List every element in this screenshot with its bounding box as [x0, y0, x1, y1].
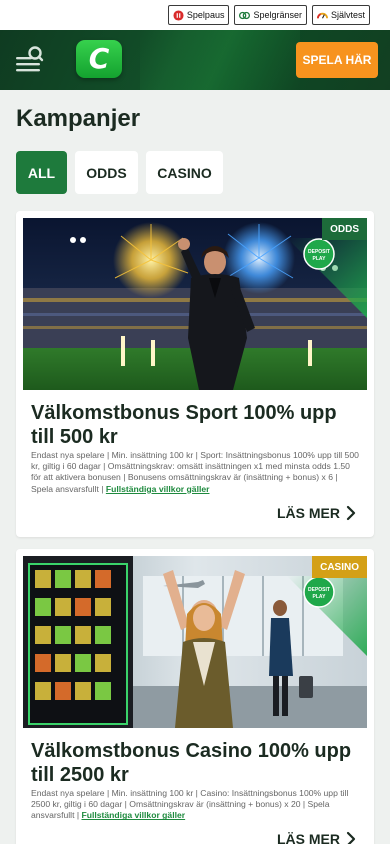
pause-icon	[173, 9, 184, 21]
spelgranser-button[interactable]: Spelgränser	[234, 5, 307, 25]
sjalvtest-label: Självtest	[330, 10, 365, 20]
svg-text:PLAY: PLAY	[313, 594, 327, 600]
category-filters: ALL ODDS CASINO	[16, 151, 223, 194]
chevron-right-icon	[346, 505, 356, 521]
menu-button[interactable]	[14, 44, 46, 76]
filter-odds[interactable]: ODDS	[75, 151, 138, 194]
deposit-play-stamp: DEPOSIT	[308, 249, 330, 255]
category-badge-casino: CASINO	[312, 556, 367, 578]
read-more-button-sport[interactable]: LÄS MER	[277, 505, 356, 521]
page-title: Kampanjer	[16, 105, 141, 132]
full-terms-link[interactable]: Fullständiga villkor gäller	[106, 484, 210, 494]
logo-letter: C	[88, 42, 110, 75]
read-more-label: LÄS MER	[277, 505, 340, 521]
full-terms-link[interactable]: Fullständiga villkor gäller	[81, 810, 185, 820]
chevron-right-icon	[346, 831, 356, 844]
spelpaus-button[interactable]: Spelpaus	[167, 5, 230, 25]
spelpaus-label: Spelpaus	[186, 10, 225, 20]
svg-text:PLAY: PLAY	[313, 256, 327, 262]
read-more-label: LÄS MER	[277, 831, 340, 844]
brand-logo[interactable]: C	[76, 40, 122, 78]
promotion-image-casino: DEPOSIT PLAY CASINO	[23, 556, 367, 728]
menu-search-icon	[16, 46, 44, 72]
promotion-terms-sport: Endast nya spelare | Min. insättning 100…	[31, 450, 361, 495]
deposit-play-stamp: DEPOSIT	[308, 587, 330, 593]
category-badge-odds: ODDS	[322, 218, 367, 240]
promotion-card-casino[interactable]: DEPOSIT PLAY CASINO Välkomstbonus Casino…	[16, 549, 374, 844]
promotion-title-casino: Välkomstbonus Casino 100% upp till 2500 …	[31, 740, 352, 786]
filter-all[interactable]: ALL	[16, 151, 67, 194]
self-test-icon	[316, 12, 328, 18]
spelgranser-label: Spelgränser	[253, 10, 302, 20]
site-header: C SPELA HÄR	[0, 30, 390, 90]
promotion-image-sport: DEPOSIT PLAY ODDS	[23, 218, 367, 390]
read-more-button-casino[interactable]: LÄS MER	[277, 831, 356, 844]
promotion-terms-casino: Endast nya spelare | Min. insättning 100…	[31, 788, 361, 822]
limits-icon	[239, 11, 251, 19]
play-now-button[interactable]: SPELA HÄR	[296, 42, 378, 78]
promotion-title-sport: Välkomstbonus Sport 100% upp till 500 kr	[31, 402, 337, 448]
responsible-gaming-bar: Spelpaus Spelgränser Självtest	[0, 0, 390, 30]
sjalvtest-button[interactable]: Självtest	[311, 5, 370, 25]
filter-casino[interactable]: CASINO	[146, 151, 223, 194]
promotion-card-sport[interactable]: DEPOSIT PLAY ODDS Välkomstbonus Sport 10…	[16, 211, 374, 537]
terms-text: Endast nya spelare | Min. insättning 100…	[31, 788, 349, 821]
